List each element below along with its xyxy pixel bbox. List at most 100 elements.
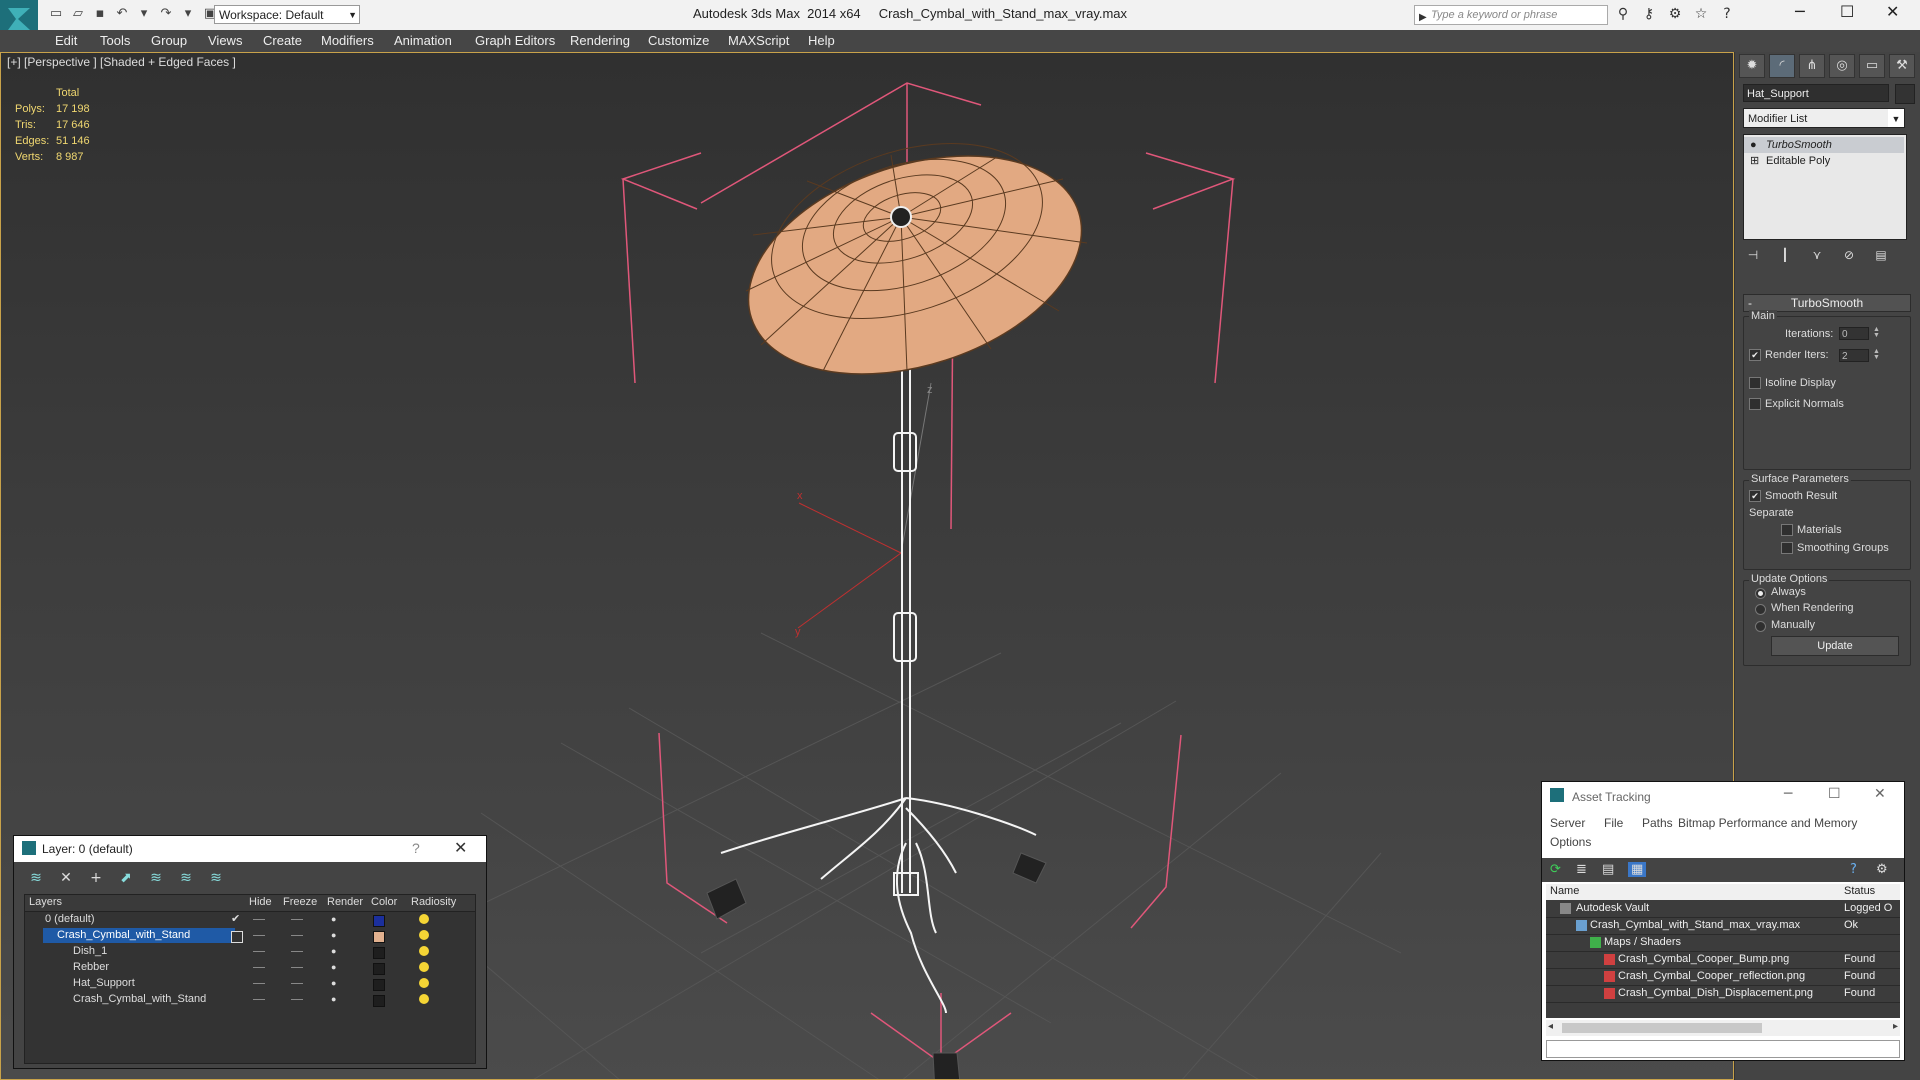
asset-path-field[interactable] [1546,1040,1900,1058]
create-tab-icon[interactable]: ✹ [1739,54,1765,78]
col-render[interactable]: Render [327,896,363,908]
asset-row[interactable]: Crash_Cymbal_Dish_Displacement.png Found [1546,985,1900,1003]
smooth-result-checkbox[interactable]: ✔ [1749,490,1761,502]
subscription-icon[interactable]: ⚙ [1666,6,1684,22]
stack-item-editable-poly[interactable]: ⊞ Editable Poly [1744,153,1904,169]
active-layer-box-icon[interactable] [231,931,243,943]
menu-customize[interactable]: Customize [648,33,709,48]
configure-sets-icon[interactable]: ▤ [1873,248,1889,262]
asset-row[interactable]: Maps / Shaders [1546,934,1900,952]
object-color-swatch[interactable] [1895,84,1915,104]
layer-manager-titlebar[interactable]: Layer: 0 (default) ? ✕ [14,836,486,862]
spinner-arrows-icon[interactable]: ▲ ▼ [1873,348,1880,361]
open-file-icon[interactable]: ▱ [70,6,86,22]
hierarchy-tab-icon[interactable]: ⋔ [1799,54,1825,78]
render-iters-checkbox[interactable]: ✔ [1749,349,1761,361]
minimize-icon[interactable]: ─ [1795,2,1805,21]
remove-modifier-icon[interactable]: ⊘ [1841,248,1857,262]
freeze-toggle[interactable] [291,935,303,936]
hide-all-icon[interactable]: ≋ [176,870,196,886]
utilities-tab-icon[interactable]: ⚒ [1889,54,1915,78]
undo-icon[interactable]: ↶ [114,6,130,22]
freeze-toggle[interactable] [291,967,303,968]
menu-server[interactable]: Server [1550,816,1585,830]
layer-row[interactable]: 0 (default) ✔ ● [25,912,475,928]
layer-row[interactable]: Dish_1 ● [25,944,475,960]
freeze-toggle[interactable] [291,919,303,920]
menu-tools[interactable]: Tools [100,33,130,48]
smoothing-groups-checkbox[interactable] [1781,542,1793,554]
freeze-toggle[interactable] [291,983,303,984]
manually-radio[interactable] [1755,621,1766,632]
always-radio[interactable] [1755,588,1766,599]
undo-dropdown-icon[interactable]: ▾ [136,6,152,22]
menu-graph-editors[interactable]: Graph Editors [475,33,555,48]
expand-plus-icon[interactable]: ⊞ [1750,153,1759,169]
layer-color-swatch[interactable] [373,947,385,959]
radiosity-bulb-icon[interactable] [419,962,429,972]
close-icon[interactable]: ✕ [1874,786,1886,802]
menu-rendering[interactable]: Rendering [570,33,630,48]
when-rendering-radio[interactable] [1755,604,1766,615]
render-iters-spinner[interactable]: 2 [1839,349,1869,362]
layer-color-swatch[interactable] [373,979,385,991]
col-hide[interactable]: Hide [249,896,272,908]
menu-animation[interactable]: Animation [394,33,452,48]
layer-color-swatch[interactable] [373,915,385,927]
col-color[interactable]: Color [371,896,397,908]
scroll-right-icon[interactable]: ▸ [1893,1021,1898,1032]
lightbulb-icon[interactable]: ● [1750,137,1757,153]
table-view-icon[interactable]: ▤ [1602,862,1614,877]
col-freeze[interactable]: Freeze [283,896,317,908]
render-teapot-icon[interactable]: ● [331,978,336,988]
binoculars-icon[interactable]: ⚲ [1614,6,1632,22]
render-teapot-icon[interactable]: ● [331,946,336,956]
layer-color-swatch[interactable] [373,931,385,943]
asset-row[interactable]: Autodesk Vault Logged O [1546,900,1900,918]
layer-row[interactable]: Rebber ● [25,960,475,976]
hide-toggle[interactable] [253,999,265,1000]
current-layer-checkmark-icon[interactable]: ✔ [231,912,240,925]
render-teapot-icon[interactable]: ● [331,930,336,940]
select-objects-icon[interactable]: ⬈ [116,870,136,886]
freeze-all-icon[interactable]: ≋ [206,870,226,886]
help-icon[interactable]: ? [1718,6,1736,22]
save-file-icon[interactable]: ▪ [92,6,108,22]
menu-views[interactable]: Views [208,33,242,48]
close-icon[interactable]: ✕ [1886,2,1899,21]
minimize-icon[interactable]: ─ [1784,786,1792,802]
help-icon[interactable]: ? [1850,862,1857,877]
new-file-icon[interactable]: ▭ [48,6,64,22]
render-teapot-icon[interactable]: ● [331,962,336,972]
create-layer-icon[interactable]: ≋ [26,870,46,886]
display-tab-icon[interactable]: ▭ [1859,54,1885,78]
maximize-icon[interactable]: ☐ [1828,786,1841,802]
freeze-toggle[interactable] [291,999,303,1000]
menu-help[interactable]: Help [808,33,835,48]
render-teapot-icon[interactable]: ● [331,994,336,1004]
col-name[interactable]: Name [1550,885,1579,897]
list-view-icon[interactable]: ≣ [1576,862,1587,877]
redo-icon[interactable]: ↷ [158,6,174,22]
layer-color-swatch[interactable] [373,963,385,975]
key-icon[interactable]: ⚷ [1640,6,1658,22]
asset-tracking-titlebar[interactable]: Asset Tracking ─ ☐ ✕ [1542,782,1904,810]
menu-maxscript[interactable]: MAXScript [728,33,789,48]
refresh-icon[interactable]: ⟳ [1550,862,1561,877]
close-icon[interactable]: ✕ [454,838,467,857]
iterations-spinner[interactable]: 0 [1839,327,1869,340]
spinner-arrows-icon[interactable]: ▲ ▼ [1873,326,1880,339]
menu-group[interactable]: Group [151,33,187,48]
hide-toggle[interactable] [253,967,265,968]
hide-toggle[interactable] [253,983,265,984]
horizontal-scrollbar[interactable]: ◂ ▸ [1546,1020,1900,1036]
make-unique-icon[interactable]: ⋎ [1809,248,1825,262]
layer-color-swatch[interactable] [373,995,385,1007]
asset-row[interactable]: Crash_Cymbal_with_Stand_max_vray.max Ok [1546,917,1900,935]
modifier-list-dropdown[interactable]: Modifier List ▼ [1743,108,1905,128]
render-teapot-icon[interactable]: ● [331,914,336,924]
materials-checkbox[interactable] [1781,524,1793,536]
show-end-result-icon[interactable]: ┃ [1777,248,1793,262]
menu-modifiers[interactable]: Modifiers [321,33,374,48]
object-name-field[interactable]: Hat_Support [1743,84,1889,102]
